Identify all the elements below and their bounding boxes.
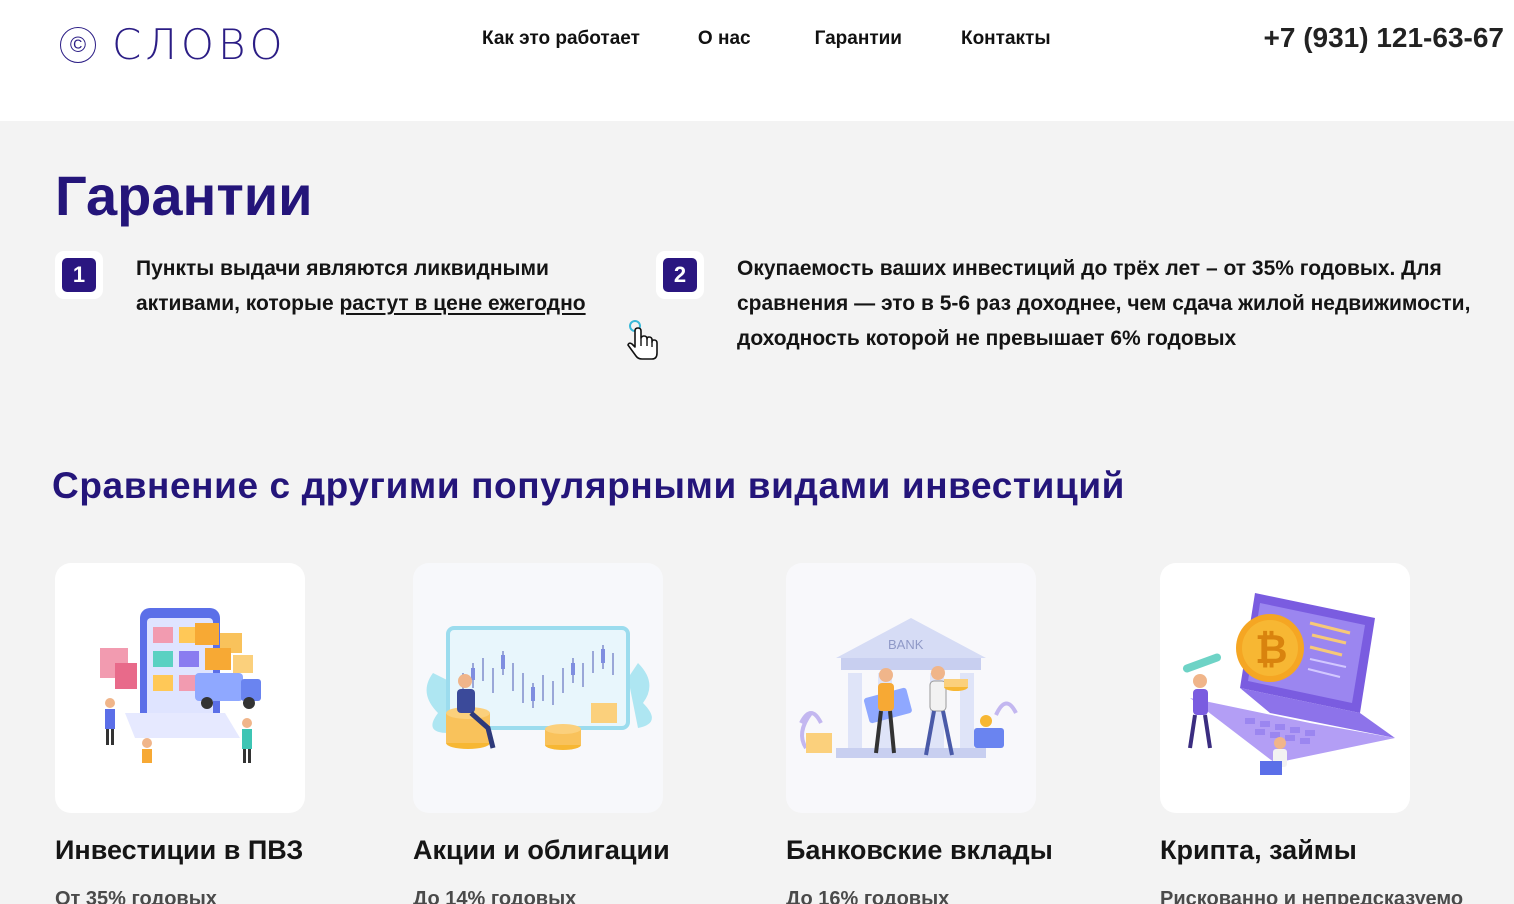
main-content: Гарантии 1 Пункты выдачи являются ликвид… <box>0 121 1514 904</box>
number-badge: 1 <box>55 251 103 299</box>
nav-about[interactable]: О нас <box>698 28 751 50</box>
logo[interactable]: © СЛОВО <box>60 20 287 69</box>
guarantees-title: Гарантии <box>55 164 313 227</box>
card-subtitle: Рискованно и непредсказуемо <box>1160 888 1464 904</box>
card-subtitle: От 35% годовых <box>55 888 217 904</box>
card-title: Акции и облигации <box>413 835 670 865</box>
grow-in-price-link[interactable]: растут в цене ежегодно <box>339 292 585 315</box>
card-subtitle: До 16% годовых <box>786 888 950 904</box>
svg-text:₿: ₿ <box>1255 628 1288 672</box>
investment-card[interactable]: Акции и облигации До 14% годовых <box>413 563 743 904</box>
guarantee-text-1: Пункты выдачи являются ликвидными актива… <box>136 257 586 315</box>
card-title: Инвестиции в ПВЗ <box>55 835 304 865</box>
guarantee-item-2: 2 Окупаемость ваших инвестиций до трёх л… <box>656 251 1514 356</box>
nav-guarantees[interactable]: Гарантии <box>815 28 902 50</box>
number-badge: 2 <box>656 251 704 299</box>
bank-illustration-icon: BANK <box>786 563 1036 813</box>
bitcoin-laptop-illustration-icon: ₿ <box>1160 563 1410 813</box>
logo-text: СЛОВО <box>112 20 287 69</box>
bank-label: BANK <box>888 637 924 652</box>
card-title: Банковские вклады <box>786 835 1053 865</box>
main-nav: Как это работает О нас Гарантии Контакты <box>482 28 1109 50</box>
guarantee-text-2: Окупаемость ваших инвестиций до трёх лет… <box>737 257 1471 350</box>
nav-how-it-works[interactable]: Как это работает <box>482 28 640 50</box>
card-title: Крипта, займы <box>1160 835 1357 865</box>
nav-contacts[interactable]: Контакты <box>961 28 1051 50</box>
stock-chart-illustration-icon <box>413 563 663 813</box>
investment-card[interactable]: BANK Банковские вклады До 16% годовых <box>786 563 1116 904</box>
warehouse-illustration-icon <box>55 563 305 813</box>
copyright-icon: © <box>60 26 96 63</box>
guarantee-item-1: 1 Пункты выдачи являются ликвидными акти… <box>55 251 645 321</box>
site-header: © СЛОВО Как это работает О нас Гарантии … <box>0 0 1514 121</box>
phone-number[interactable]: +7 (931) 121-63-67 <box>1263 22 1504 54</box>
investment-card[interactable]: ₿ Крипта, займы Рискованно и непредсказу… <box>1160 563 1490 904</box>
investment-card[interactable]: Инвестиции в ПВЗ От 35% годовых <box>55 563 385 904</box>
card-subtitle: До 14% годовых <box>413 888 577 904</box>
comparison-title: Сравнение с другими популярными видами и… <box>52 465 1126 506</box>
